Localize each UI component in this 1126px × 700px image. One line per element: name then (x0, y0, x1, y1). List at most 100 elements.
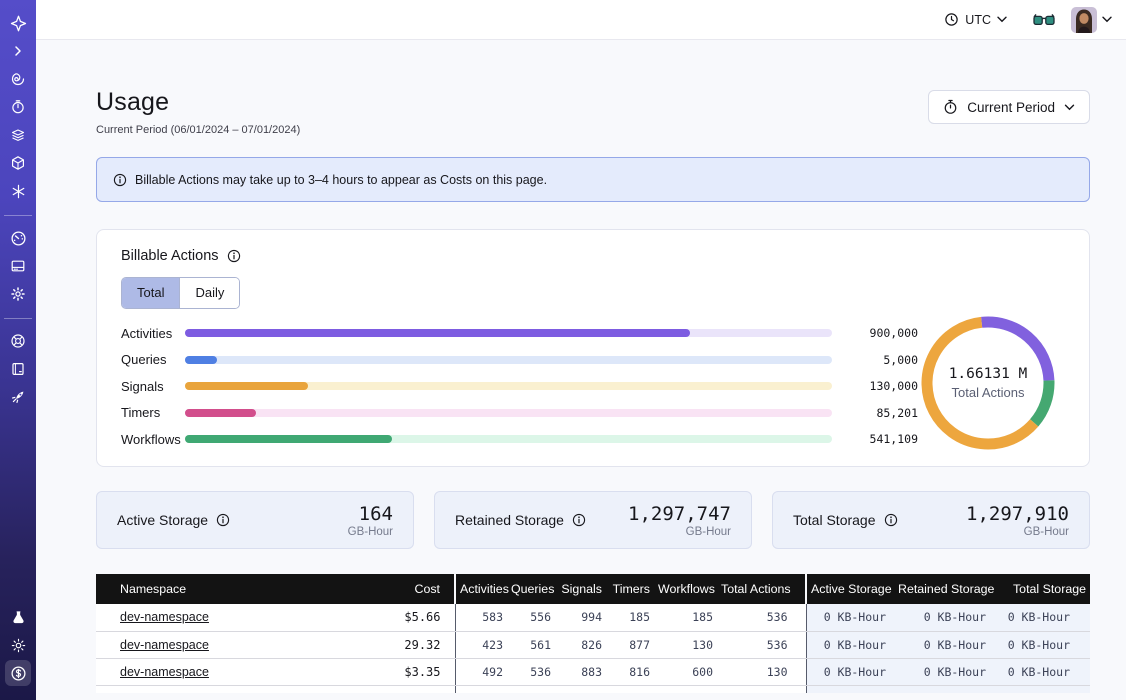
donut-box: 1.66131 M Total Actions (918, 313, 1065, 458)
cell-activities: 583 (455, 604, 507, 631)
spiral-icon (10, 71, 26, 87)
cell-activities: 492 (455, 658, 507, 685)
info-icon[interactable] (227, 249, 241, 263)
col-header-retained_storage: Retained Storage (894, 574, 994, 604)
table-row: dev-namespace$3.354925368838166001300 KB… (96, 658, 1090, 685)
bar-value: 5,000 (846, 353, 918, 367)
sidebar-item-home[interactable] (5, 10, 31, 36)
donut-total-label: Total Actions (952, 385, 1025, 400)
book-icon (10, 361, 26, 377)
sidebar-item-settings[interactable] (5, 281, 31, 307)
total-storage-unit: GB-Hour (966, 526, 1069, 538)
namespace-link[interactable]: dev-namespace (120, 665, 209, 679)
sidebar-item-docs[interactable] (5, 356, 31, 382)
cell-total_actions (717, 685, 806, 693)
bar-fill (185, 409, 256, 417)
retained-storage-value: 1,297,747 (628, 503, 731, 525)
sidebar-bottom (5, 604, 31, 688)
col-header-namespace: Namespace (96, 574, 346, 604)
cell-namespace: dev-namespace (96, 631, 346, 658)
gear-icon (10, 286, 26, 302)
col-header-total_storage: Total Storage (994, 574, 1090, 604)
page-title: Usage (96, 88, 300, 117)
sidebar-divider (4, 215, 32, 216)
cell-active_storage: 0 KB-Hour (806, 604, 894, 631)
cell-retained_storage (894, 685, 994, 693)
period-selector-label: Current Period (967, 100, 1055, 115)
chevron-right-icon (12, 45, 24, 57)
dollar-icon (10, 665, 27, 682)
sidebar (0, 0, 36, 700)
feedback-button[interactable] (1033, 13, 1055, 26)
bar-fill (185, 329, 690, 337)
cell-cost: 29.32 (346, 631, 455, 658)
sidebar-item-getting-started[interactable] (5, 384, 31, 410)
bar-value: 900,000 (846, 326, 918, 340)
cell-retained_storage: 0 KB-Hour (894, 604, 994, 631)
cell-active_storage: 0 KB-Hour (806, 658, 894, 685)
info-icon (113, 173, 127, 187)
bar-fill (185, 356, 217, 364)
info-icon[interactable] (884, 513, 898, 527)
content: Usage Current Period (06/01/2024 – 07/01… (36, 40, 1126, 700)
timezone-selector[interactable]: UTC (944, 12, 1007, 27)
sidebar-divider (4, 318, 32, 319)
sidebar-item-billing[interactable] (5, 660, 31, 686)
sidebar-item-namespaces[interactable] (5, 66, 31, 92)
namespace-table-wrap: NamespaceCostActivitiesQueriesSignalsTim… (96, 574, 1090, 693)
sidebar-item-usage[interactable] (5, 225, 31, 251)
cell-timers: 816 (606, 658, 654, 685)
sidebar-item-deployments[interactable] (5, 150, 31, 176)
sidebar-item-labs[interactable] (5, 604, 31, 630)
bar-track (185, 382, 832, 390)
page-subtitle: Current Period (06/01/2024 – 07/01/2024) (96, 124, 300, 136)
cell-namespace (96, 685, 346, 693)
sidebar-item-support[interactable] (5, 328, 31, 354)
col-header-cost: Cost (346, 574, 455, 604)
bar-fill (185, 382, 308, 390)
bar-value: 541,109 (846, 432, 918, 446)
period-selector-button[interactable]: Current Period (928, 90, 1090, 124)
cell-workflows: 600 (654, 658, 717, 685)
bar-row: Queries 5,000 (121, 347, 918, 374)
info-icon[interactable] (572, 513, 586, 527)
cell-total_actions: 536 (717, 631, 806, 658)
billable-actions-title: Billable Actions (121, 248, 219, 264)
sun-icon (11, 638, 26, 653)
page-head: Usage Current Period (06/01/2024 – 07/01… (96, 88, 1090, 136)
namespace-link[interactable]: dev-namespace (120, 638, 209, 652)
timer-icon (10, 99, 26, 115)
retained-storage-unit: GB-Hour (628, 526, 731, 538)
sidebar-item-theme-toggle[interactable] (5, 632, 31, 658)
tab-total[interactable]: Total (122, 278, 179, 308)
cell-queries: 536 (507, 658, 555, 685)
bar-chart: Activities900,000Queries5,000Signals130,… (121, 320, 918, 453)
billable-view-tabs: Total Daily (121, 277, 240, 309)
sidebar-item-schedules[interactable] (5, 94, 31, 120)
total-storage-card: Total Storage 1,297,910 GB-Hour (772, 491, 1090, 549)
sidebar-item-batch[interactable] (5, 122, 31, 148)
sidebar-collapse-button[interactable] (5, 38, 31, 64)
tab-daily[interactable]: Daily (179, 278, 239, 308)
storage-cards: Active Storage 164 GB-Hour Retained Stor… (96, 491, 1090, 549)
col-header-signals: Signals (555, 574, 606, 604)
active-storage-card: Active Storage 164 GB-Hour (96, 491, 414, 549)
cell-signals (555, 685, 606, 693)
active-storage-value: 164 (348, 503, 393, 525)
cell-signals: 883 (555, 658, 606, 685)
info-icon[interactable] (216, 513, 230, 527)
cell-active_storage: 0 KB-Hour (806, 631, 894, 658)
app: UTC Usage Current Period (06/01/2024 – 0… (0, 0, 1126, 700)
sidebar-item-nexus[interactable] (5, 178, 31, 204)
col-header-active_storage: Active Storage (806, 574, 894, 604)
bar-label: Timers (121, 405, 185, 420)
active-storage-label: Active Storage (117, 512, 208, 528)
bar-label: Queries (121, 352, 185, 367)
cell-retained_storage: 0 KB-Hour (894, 658, 994, 685)
cell-active_storage (806, 685, 894, 693)
user-menu[interactable] (1071, 7, 1112, 33)
sidebar-item-integrations[interactable] (5, 253, 31, 279)
table-row: dev-namespace$5.665835569941851855360 KB… (96, 604, 1090, 631)
namespace-link[interactable]: dev-namespace (120, 610, 209, 624)
table-row-partial (96, 685, 1090, 693)
